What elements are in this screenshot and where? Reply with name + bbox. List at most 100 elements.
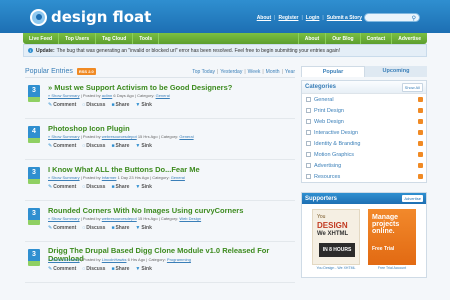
author-link[interactable]: aclinn [102,93,112,98]
rss-icon[interactable] [418,141,423,146]
category-item[interactable]: Motion Graphics [302,149,426,160]
filter-yesterday[interactable]: Yesterday [220,69,242,75]
nav-advertise[interactable]: Advertise [391,33,427,44]
rss-icon[interactable] [418,163,423,168]
category-checkbox[interactable] [306,152,311,157]
category-link[interactable]: General [171,175,185,180]
author-link[interactable]: lnfarmer [102,175,117,180]
submit-story-link[interactable]: Submit a Story [327,15,362,21]
entry-title[interactable]: Rounded Corners With No Images Using cur… [48,206,243,215]
vote-box[interactable]: 4 [28,126,40,143]
comment-button[interactable]: ✎ Comment [48,266,76,272]
rss-badge[interactable]: RSS 2.0 [76,68,96,75]
category-link[interactable]: Programming [167,257,191,262]
category-checkbox[interactable] [306,174,311,179]
category-link[interactable]: General [156,93,170,98]
vote-box[interactable]: 3 [28,85,40,102]
nav-our-blog[interactable]: Our Blog [325,33,359,44]
show-summary-link[interactable]: » Show Summary [48,216,80,221]
discuss-button[interactable]: ◌ Discuss [82,225,105,231]
nav-tools[interactable]: Tools [133,33,160,44]
rss-icon[interactable] [418,108,423,113]
show-summary-link[interactable]: » Show Summary [48,93,80,98]
category-item[interactable]: Identity & Branding [302,138,426,149]
nav-live-feed[interactable]: Live Feed [23,33,60,44]
login-link[interactable]: Login [306,15,320,21]
nav-contact[interactable]: Contact [359,33,392,44]
share-button[interactable]: ■ Share [111,143,129,149]
rss-icon[interactable] [418,119,423,124]
category-link[interactable]: Web Design [179,216,201,221]
vote-box[interactable]: 3 [28,208,40,225]
discuss-button[interactable]: ◌ Discuss [82,184,105,190]
category-checkbox[interactable] [306,163,311,168]
vote-box[interactable]: 3 [28,167,40,184]
comment-button[interactable]: ✎ Comment [48,225,76,231]
category-item[interactable]: Resources [302,171,426,182]
category-checkbox[interactable] [306,119,311,124]
search-input[interactable]: ⚲ [364,13,420,22]
nav-top-users[interactable]: Top Users [59,33,97,44]
logo[interactable]: design float [30,8,151,26]
tab-popular[interactable]: Popular [301,66,365,77]
comment-button[interactable]: ✎ Comment [48,184,76,190]
category-checkbox[interactable] [306,97,311,102]
show-all-button[interactable]: Show All [401,82,423,92]
search-icon[interactable]: ⚲ [412,15,416,22]
about-link[interactable]: About [257,15,271,21]
category-checkbox[interactable] [306,108,311,113]
entry-title[interactable]: Photoshop Icon Plugin [48,124,130,133]
entry-title[interactable]: I Know What ALL the Buttons Do...Fear Me [48,165,200,174]
rss-icon[interactable] [418,152,423,157]
rss-icon[interactable] [418,130,423,135]
sink-button[interactable]: ▼ Sink [135,266,152,272]
category-link[interactable]: General [179,134,193,139]
share-button[interactable]: ■ Share [111,225,129,231]
category-checkbox[interactable] [306,141,311,146]
register-link[interactable]: Register [278,15,298,21]
rss-icon[interactable] [418,174,423,179]
ad1-caption[interactable]: You Design - We XHTML [312,266,360,270]
ad-you-design-we-xhtml[interactable]: You DESIGN We XHTML IN 8 HOURS [312,209,360,265]
vote-button[interactable] [28,179,40,184]
discuss-button[interactable]: ◌ Discuss [82,143,105,149]
advertise-button[interactable]: Advertise [402,195,423,202]
share-button[interactable]: ■ Share [111,184,129,190]
sink-button[interactable]: ▼ Sink [135,143,152,149]
show-summary-link[interactable]: » Show Summary [48,257,80,262]
vote-button[interactable] [28,220,40,225]
rss-icon[interactable] [418,97,423,102]
category-item[interactable]: Print Design [302,105,426,116]
category-item[interactable]: General [302,94,426,105]
sink-button[interactable]: ▼ Sink [135,225,152,231]
tab-upcoming[interactable]: Upcoming [365,66,427,77]
discuss-button[interactable]: ◌ Discuss [82,102,105,108]
category-item[interactable]: Web Design [302,116,426,127]
sink-button[interactable]: ▼ Sink [135,102,152,108]
author-link[interactable]: webresourcesdepot [102,134,137,139]
comment-button[interactable]: ✎ Comment [48,102,76,108]
author-link[interactable]: LincolnHawks [102,257,127,262]
vote-button[interactable] [28,138,40,143]
vote-box[interactable]: 3 [28,249,40,266]
vote-button[interactable] [28,261,40,266]
author-link[interactable]: webresourcesdepot [102,216,137,221]
ad-manage-projects[interactable]: Manage projects online. Free Trial [368,209,416,265]
discuss-button[interactable]: ◌ Discuss [82,266,105,272]
entry-title[interactable]: » Must we Support Activism to be Good De… [48,83,232,92]
filter-week[interactable]: Week [248,69,261,75]
filter-top-today[interactable]: Top Today [192,69,215,75]
category-checkbox[interactable] [306,130,311,135]
filter-year[interactable]: Year [285,69,295,75]
show-summary-link[interactable]: » Show Summary [48,175,80,180]
share-button[interactable]: ■ Share [111,102,129,108]
category-item[interactable]: Interactive Design [302,127,426,138]
comment-button[interactable]: ✎ Comment [48,143,76,149]
category-item[interactable]: Advertising [302,160,426,171]
filter-month[interactable]: Month [266,69,280,75]
sink-button[interactable]: ▼ Sink [135,184,152,190]
show-summary-link[interactable]: » Show Summary [48,134,80,139]
ad2-caption[interactable]: Free Trial Account [368,266,416,270]
share-button[interactable]: ■ Share [111,266,129,272]
vote-button[interactable] [28,97,40,102]
